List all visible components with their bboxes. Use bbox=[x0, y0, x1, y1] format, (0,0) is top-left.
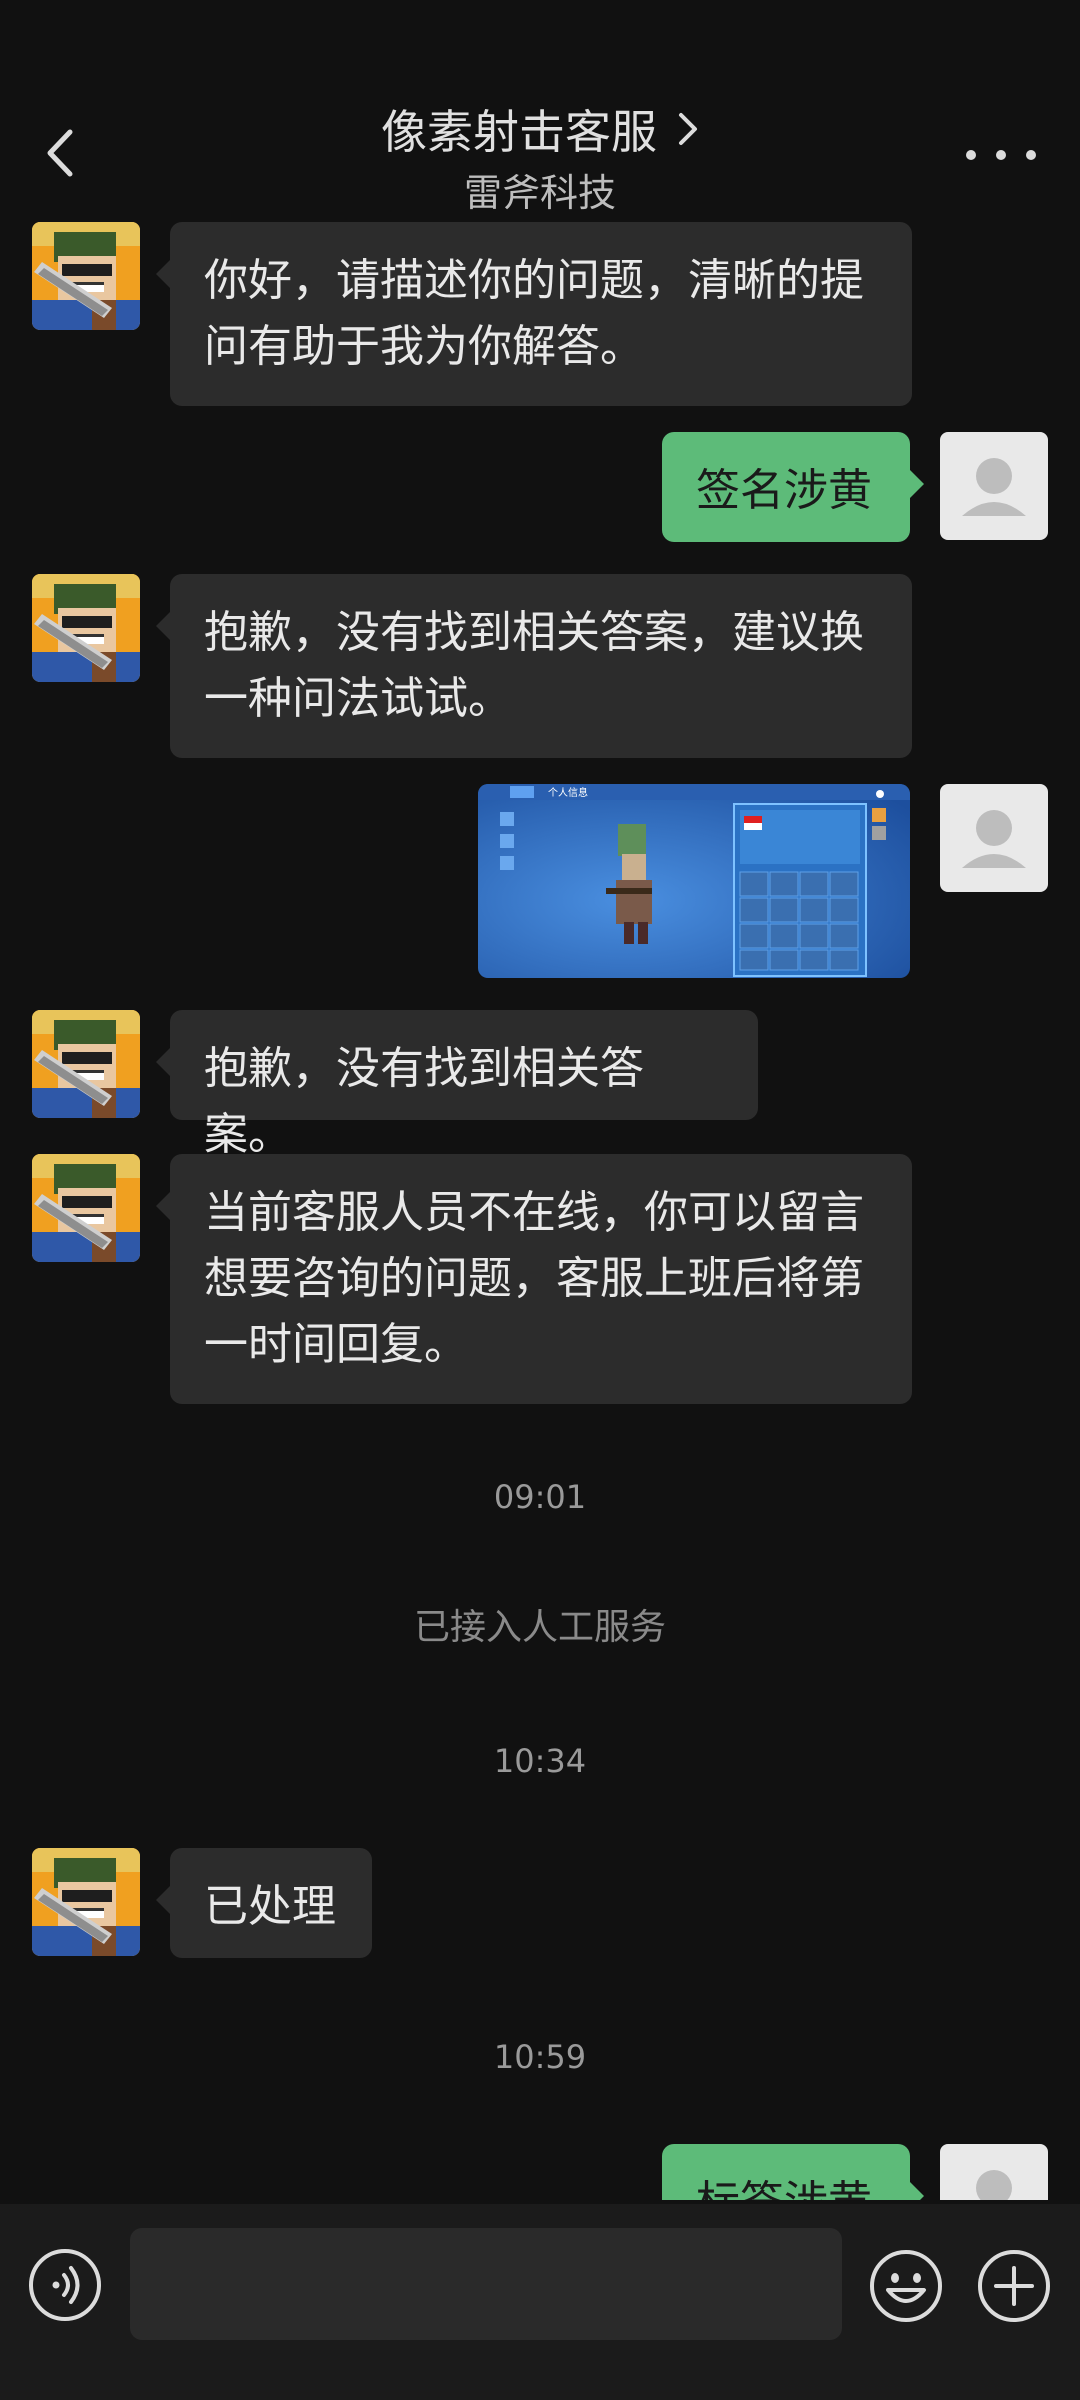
game-screenshot-image: 个人信息 bbox=[478, 784, 910, 978]
chat-header: 像素射击客服 雷斧科技 bbox=[0, 0, 1080, 220]
more-options-button[interactable] bbox=[966, 140, 1036, 170]
image-message[interactable]: 个人信息 bbox=[478, 784, 910, 978]
dot-icon bbox=[966, 150, 976, 160]
chat-area[interactable]: 你好，请描述你的问题，清晰的提问有助于我为你解答。 签名涉黄 抱歉，没有找到相关… bbox=[0, 0, 1080, 2200]
more-actions-button[interactable] bbox=[976, 2248, 1052, 2324]
person-placeholder-icon bbox=[962, 810, 1026, 868]
pixel-shooter-avatar-icon bbox=[32, 1010, 140, 1118]
user-avatar[interactable] bbox=[940, 2144, 1048, 2200]
agent-avatar[interactable] bbox=[32, 1848, 140, 1956]
timestamp: 09:01 bbox=[493, 1478, 587, 1516]
voice-icon bbox=[29, 2249, 101, 2321]
person-placeholder-icon bbox=[976, 2170, 1012, 2200]
pixel-shooter-avatar-icon bbox=[32, 222, 140, 330]
pixel-shooter-avatar-icon bbox=[32, 1154, 140, 1262]
message-bubble[interactable]: 当前客服人员不在线，你可以留言想要咨询的问题，客服上班后将第一时间回复。 bbox=[156, 1154, 912, 1404]
person-placeholder-icon bbox=[962, 458, 1026, 516]
agent-avatar[interactable] bbox=[32, 222, 140, 330]
message-input[interactable] bbox=[130, 2228, 842, 2340]
input-bar bbox=[0, 2204, 1080, 2400]
message-bubble[interactable]: 你好，请描述你的问题，清晰的提问有助于我为你解答。 bbox=[156, 222, 912, 406]
agent-avatar[interactable] bbox=[32, 574, 140, 682]
message-bubble[interactable]: 已处理 bbox=[156, 1848, 372, 1958]
dot-icon bbox=[1026, 150, 1036, 160]
agent-avatar[interactable] bbox=[32, 1010, 140, 1118]
emoji-button[interactable] bbox=[868, 2248, 944, 2324]
pixel-shooter-avatar-icon bbox=[32, 1848, 140, 1956]
pixel-shooter-avatar-icon bbox=[32, 574, 140, 682]
page-title: 像素射击客服 bbox=[381, 105, 657, 159]
dot-icon bbox=[996, 150, 1006, 160]
chevron-right-icon bbox=[679, 113, 697, 145]
title-link[interactable]: 像素射击客服 bbox=[0, 96, 1080, 162]
image-caption: 个人信息 bbox=[548, 786, 588, 799]
message-bubble[interactable]: 抱歉，没有找到相关答案。 bbox=[156, 1010, 758, 1160]
voice-input-button[interactable] bbox=[28, 2248, 102, 2322]
user-avatar[interactable] bbox=[940, 784, 1048, 892]
plus-icon bbox=[978, 2250, 1050, 2322]
timestamp: 10:59 bbox=[493, 2038, 587, 2076]
agent-avatar[interactable] bbox=[32, 1154, 140, 1262]
page-subtitle: 雷斧科技 bbox=[463, 171, 616, 215]
user-avatar[interactable] bbox=[940, 432, 1048, 540]
smiley-icon bbox=[870, 2250, 942, 2322]
message-bubble[interactable]: 签名涉黄 bbox=[662, 432, 924, 542]
timestamp: 10:34 bbox=[493, 1742, 587, 1780]
message-bubble[interactable]: 标签涉黄 bbox=[662, 2144, 924, 2200]
system-notice: 已接入人工服务 bbox=[413, 1607, 666, 1648]
message-bubble[interactable]: 抱歉，没有找到相关答案，建议换一种问法试试。 bbox=[156, 574, 912, 758]
